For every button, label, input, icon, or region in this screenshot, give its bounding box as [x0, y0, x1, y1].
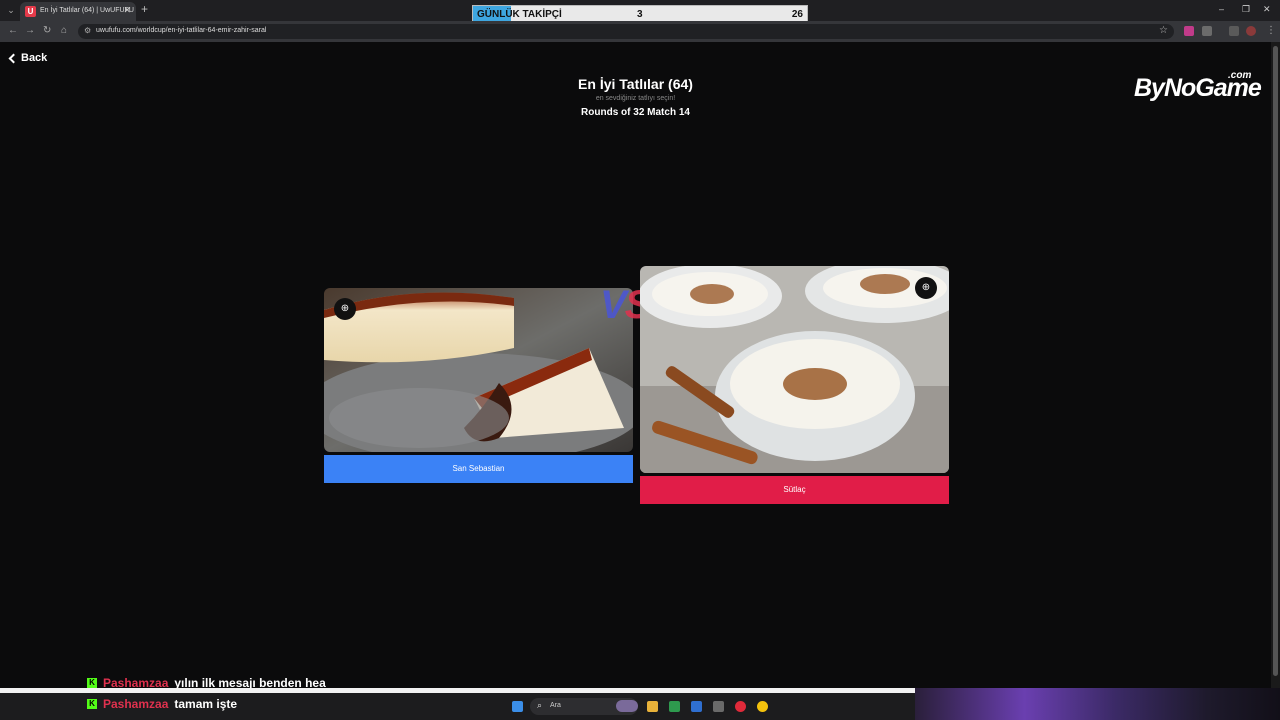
page-title: En İyi Tatlılar (64)	[578, 76, 693, 92]
close-tab-icon[interactable]: ✕	[123, 5, 131, 16]
record-app-icon[interactable]	[735, 701, 746, 712]
chat-username: Pashamzaa	[103, 697, 169, 711]
chevron-left-icon	[8, 53, 19, 64]
browser-menu-icon[interactable]: ⋮	[1266, 25, 1276, 36]
search-icon: ⌕	[537, 700, 543, 710]
choose-san-sebastian-button[interactable]: San Sebastian	[324, 455, 633, 483]
reload-icon[interactable]: ↻	[43, 25, 51, 36]
follower-goal-label: GÜNLÜK TAKİPÇİ	[477, 9, 562, 20]
tab-title: En İyi Tatlılar (64) | UwUFUFU	[40, 7, 134, 14]
close-window-icon[interactable]: ✕	[1263, 4, 1271, 15]
forward-arrow-icon[interactable]: →	[25, 25, 35, 36]
back-label: Back	[21, 52, 48, 64]
browser-toolbar: ← → ↻ ⌂ ⚙ uwufufu.com/worldcup/en-iyi-ta…	[0, 21, 1280, 42]
browser-tab-active[interactable]: U En İyi Tatlılar (64) | UwUFUFU ✕	[20, 2, 136, 21]
extensions-puzzle-icon[interactable]	[1202, 26, 1212, 36]
sutlac-image	[640, 266, 949, 473]
minimize-icon[interactable]: –	[1219, 4, 1224, 14]
bookmark-star-icon[interactable]: ☆	[1159, 25, 1168, 36]
follower-goal-current: 3	[637, 9, 643, 20]
spotify-like-app-icon[interactable]	[669, 701, 680, 712]
chat-message: K Pashamzaa tamam işte	[87, 697, 237, 711]
page-content: Back En İyi Tatlılar (64) en sevdiğiniz …	[0, 42, 1271, 688]
chat-text: tamam işte	[174, 697, 238, 711]
choose-sutlac-button[interactable]: Sütlaç	[640, 476, 949, 504]
tab-search-icon[interactable]: ⌄	[4, 3, 18, 17]
candidate-right[interactable]: ⊕ Sütlaç	[640, 266, 949, 505]
round-indicator: Rounds of 32 Match 14	[581, 107, 690, 118]
app-icon[interactable]	[691, 701, 702, 712]
media-control-icon[interactable]	[1229, 26, 1239, 36]
file-explorer-icon[interactable]	[647, 701, 658, 712]
page-subtitle: en sevdiğiniz tatlıyı seçin!	[595, 95, 676, 102]
windows-start-icon[interactable]	[512, 701, 523, 712]
restore-icon[interactable]: ❐	[1242, 4, 1250, 15]
zoom-in-icon[interactable]: ⊕	[915, 277, 937, 299]
url-text: uwufufu.com/worldcup/en-iyi-tatlilar-64-…	[96, 27, 267, 34]
home-icon[interactable]: ⌂	[61, 25, 67, 36]
bynogame-logo: ByNoGame .com	[1134, 70, 1262, 102]
back-button[interactable]: Back	[8, 52, 48, 64]
search-highlight-icon	[616, 700, 638, 712]
follower-goal-target: 26	[791, 9, 803, 20]
kick-logo-icon: K	[87, 699, 97, 709]
cheesecake-image	[324, 288, 633, 452]
candidate-left[interactable]: ⊕ San Sebastian	[324, 288, 633, 484]
site-info-icon[interactable]: ⚙	[84, 26, 91, 35]
zoom-in-icon[interactable]: ⊕	[334, 298, 356, 320]
extension-icon[interactable]	[1184, 26, 1194, 36]
candidate-right-image[interactable]: ⊕	[640, 266, 949, 473]
scrollbar-thumb[interactable]	[1273, 46, 1278, 676]
webcam-overlay	[915, 688, 1280, 720]
site-favicon-icon: U	[25, 6, 36, 17]
candidate-left-image[interactable]: ⊕	[324, 288, 633, 452]
back-arrow-icon[interactable]: ←	[8, 25, 18, 36]
settings-icon[interactable]	[713, 701, 724, 712]
taskbar-search-text: Ara	[550, 702, 561, 709]
kick-logo-icon: K	[87, 678, 97, 688]
profile-avatar-icon[interactable]	[1246, 26, 1256, 36]
new-tab-icon[interactable]: +	[141, 2, 148, 16]
address-bar[interactable]: ⚙ uwufufu.com/worldcup/en-iyi-tatlilar-6…	[78, 24, 1174, 39]
chrome-icon[interactable]	[757, 701, 768, 712]
